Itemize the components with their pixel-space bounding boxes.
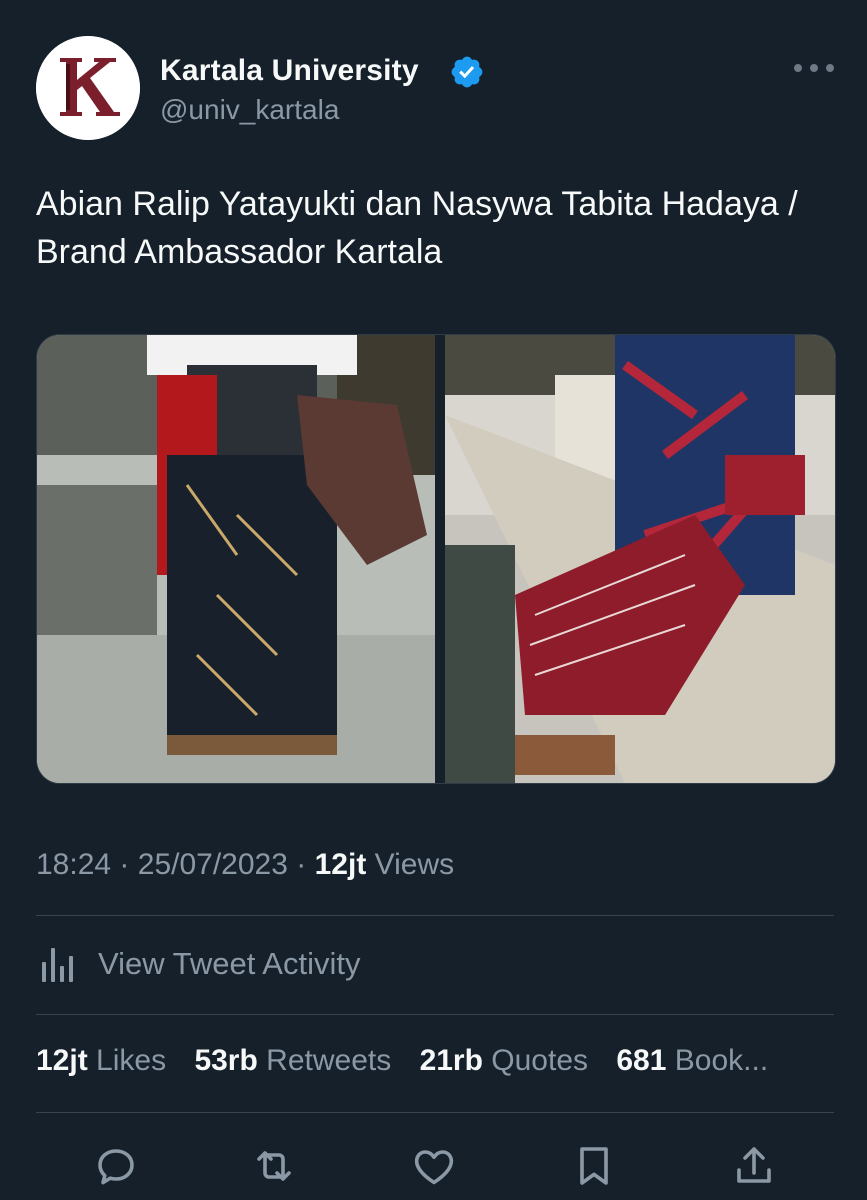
tweet-date[interactable]: 25/07/2023 <box>138 848 288 881</box>
tweet-meta: 18:24 · 25/07/2023 · 12jt Views <box>36 848 454 882</box>
retweet-button[interactable] <box>250 1142 298 1190</box>
tweet-text: Abian Ralip Yatayukti dan Nasywa Tabita … <box>36 185 798 271</box>
avatar[interactable] <box>36 36 140 140</box>
tweet-header: Kartala University @univ_kartala <box>36 36 836 140</box>
bookmark-icon <box>580 1147 608 1185</box>
bookmark-button[interactable] <box>570 1142 618 1190</box>
share-button[interactable] <box>730 1142 778 1190</box>
views-label: Views <box>374 848 455 881</box>
view-tweet-activity-label: View Tweet Activity <box>98 946 361 981</box>
tweet-action-bar <box>36 1138 834 1194</box>
share-icon <box>737 1147 771 1183</box>
account-handle[interactable]: @univ_kartala <box>160 94 339 126</box>
display-name[interactable]: Kartala University <box>160 54 419 88</box>
likes-stat[interactable]: 12jt Likes <box>36 1044 166 1077</box>
divider <box>36 1112 834 1113</box>
view-tweet-activity-button[interactable]: View Tweet Activity <box>36 940 536 990</box>
engagement-stats: 12jt Likes 53rb Retweets 21rb Quotes 681… <box>36 1044 836 1078</box>
verified-badge-icon <box>451 56 483 88</box>
photo-right[interactable] <box>445 335 835 783</box>
retweets-stat[interactable]: 53rb Retweets <box>194 1044 391 1077</box>
divider <box>36 915 834 916</box>
divider <box>36 1014 834 1015</box>
retweet-icon <box>257 1151 291 1181</box>
bookmarks-stat[interactable]: 681 Book... <box>616 1044 768 1077</box>
quotes-stat[interactable]: 21rb Quotes <box>420 1044 588 1077</box>
reply-button[interactable] <box>92 1142 140 1190</box>
tweet-time[interactable]: 18:24 <box>36 848 111 881</box>
like-icon <box>414 1150 454 1185</box>
university-logo-icon <box>36 36 140 140</box>
photo-man-in-batik-sarong <box>37 335 435 783</box>
meta-separator: · <box>296 848 307 881</box>
like-button[interactable] <box>410 1142 458 1190</box>
photo-left[interactable] <box>37 335 435 783</box>
tweet-media[interactable] <box>36 334 836 784</box>
reply-icon <box>98 1149 134 1185</box>
views-count: 12jt <box>314 848 367 881</box>
photo-woman-in-kebaya <box>445 335 835 783</box>
meta-separator: · <box>119 848 130 881</box>
more-options-icon[interactable] <box>792 56 836 80</box>
analytics-icon <box>42 948 73 982</box>
